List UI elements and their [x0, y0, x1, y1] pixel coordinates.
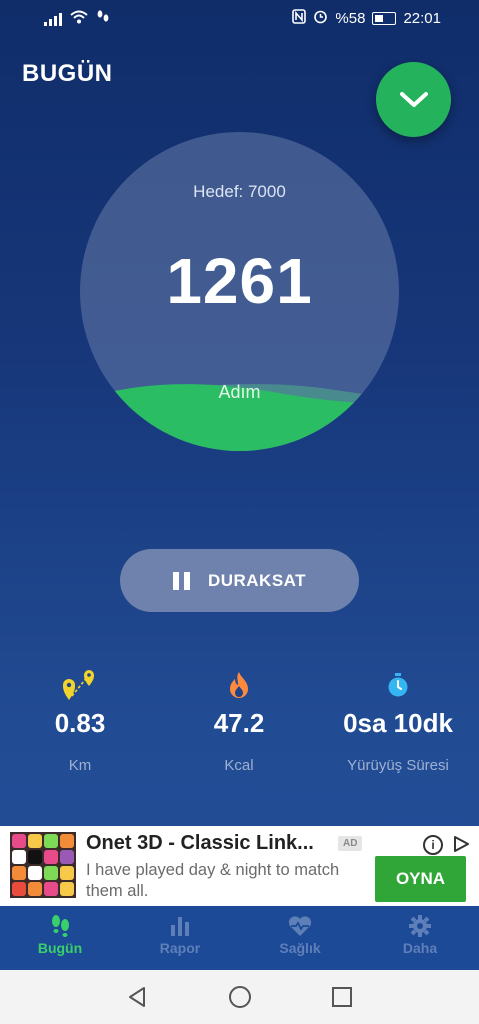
ad-choices-icon[interactable] — [452, 835, 470, 858]
tab-rapor[interactable]: Rapor — [120, 912, 240, 956]
stat-calories: 47.2 Kcal — [159, 668, 319, 774]
ad-cta-button[interactable]: OYNA — [375, 856, 466, 902]
info-icon[interactable]: i — [423, 835, 443, 855]
wifi-icon — [70, 10, 88, 28]
tab-saglik-label: Sağlık — [279, 940, 321, 956]
stat-distance: 0.83 Km — [0, 668, 160, 774]
step-count: 1261 — [166, 245, 313, 317]
ad-app-thumbnail[interactable] — [10, 832, 76, 898]
ad-title[interactable]: Onet 3D - Classic Link... — [86, 832, 314, 855]
stat-duration-label: Yürüyüş Süresi — [347, 757, 449, 774]
signal-icon — [44, 12, 62, 26]
recents-icon[interactable] — [331, 986, 353, 1008]
step-progress-circle: Hedef: 7000 1261 Adım — [80, 132, 399, 451]
tab-rapor-label: Rapor — [159, 940, 201, 956]
battery-icon — [372, 12, 397, 25]
gear-icon — [360, 912, 479, 940]
stat-calories-value: 47.2 — [213, 708, 265, 738]
goal-check-button[interactable] — [376, 62, 451, 137]
tab-bugun-label: Bugün — [37, 940, 83, 956]
stat-distance-value: 0.83 — [54, 708, 106, 738]
step-unit-label: Adım — [218, 382, 261, 402]
stat-distance-label: Km — [68, 757, 92, 774]
alarm-icon — [313, 9, 328, 28]
battery-percent: %58 — [335, 10, 366, 27]
home-icon[interactable] — [228, 985, 252, 1009]
chevron-down-icon — [399, 91, 428, 107]
stat-duration: 0sa 10dk Yürüyüş Süresi — [318, 668, 478, 774]
footsteps-icon — [0, 912, 120, 940]
ad-description: I have played day & night to match them … — [86, 861, 340, 900]
pause-button[interactable]: DURAKSAT — [120, 549, 359, 612]
bar-chart-icon — [120, 912, 240, 940]
ad-banner[interactable]: Onet 3D - Classic Link... AD i I have pl… — [0, 826, 479, 906]
clock-time: 22:01 — [403, 10, 441, 27]
ad-badge: AD — [338, 836, 363, 851]
distance-pin-icon — [0, 668, 160, 702]
stat-duration-value: 0sa 10dk — [343, 708, 453, 738]
system-nav-bar — [0, 970, 479, 1024]
back-icon[interactable] — [126, 986, 148, 1008]
tab-daha-label: Daha — [402, 940, 438, 956]
stat-calories-label: Kcal — [224, 757, 254, 774]
pause-button-label: DURAKSAT — [207, 570, 307, 590]
stopwatch-icon — [318, 668, 478, 702]
steps-notification-icon — [96, 9, 110, 28]
app-screen: %58 22:01 BUGÜN Hedef: 7000 1261 Adım DU… — [0, 0, 479, 1024]
bottom-tab-bar: Bugün Rapor Sağlık Daha — [0, 906, 479, 970]
status-bar: %58 22:01 — [0, 0, 479, 36]
tab-bugun[interactable]: Bugün — [0, 912, 120, 956]
flame-icon — [159, 668, 319, 702]
page-title: BUGÜN — [22, 60, 113, 87]
nfc-icon — [292, 9, 307, 28]
pause-icon — [172, 571, 190, 590]
tab-saglik[interactable]: Sağlık — [240, 912, 360, 956]
tab-daha[interactable]: Daha — [360, 912, 479, 956]
goal-label: Hedef: 7000 — [193, 182, 286, 201]
heart-pulse-icon — [240, 912, 360, 940]
